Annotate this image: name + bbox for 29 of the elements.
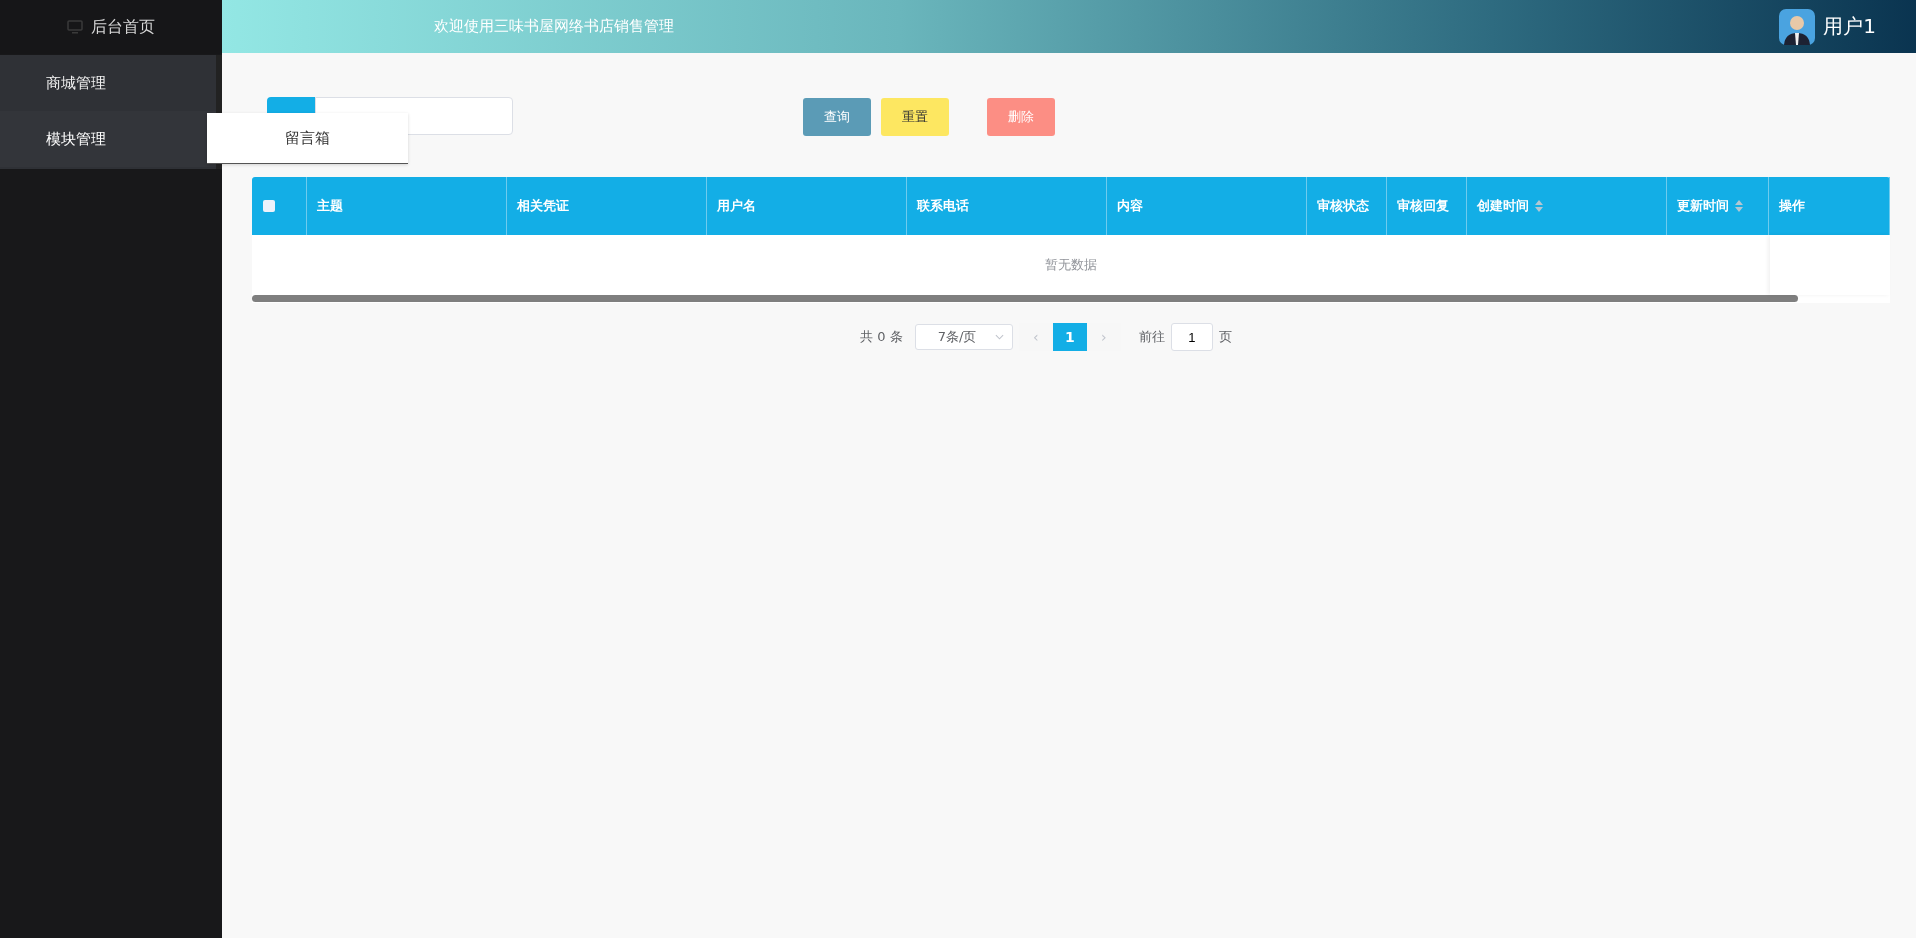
column-header: 相关凭证: [517, 197, 569, 215]
select-all-checkbox[interactable]: [263, 200, 275, 212]
column-header: 操作: [1779, 197, 1805, 215]
scrollbar-thumb[interactable]: [252, 295, 1798, 302]
page-suffix: 页: [1218, 328, 1232, 346]
column-header: 主题: [317, 197, 343, 215]
goto-page-field[interactable]: 1: [1170, 323, 1213, 351]
welcome-title: 欢迎使用三味书屋网络书店销售管理: [434, 17, 674, 36]
user-name[interactable]: 用户1: [1823, 13, 1876, 40]
empty-message: 暂无数据: [1045, 256, 1097, 274]
monitor-icon: [67, 20, 83, 34]
column-header: 更新时间: [1677, 197, 1729, 215]
avatar: [1779, 8, 1816, 45]
menu-item[interactable]: 商城管理: [0, 55, 216, 111]
submenu-item[interactable]: 留言箱: [207, 113, 408, 163]
sort-icon[interactable]: [1735, 200, 1743, 212]
column-header: 审核回复: [1397, 197, 1449, 215]
total-count: 共 0 条: [860, 328, 903, 346]
sort-icon[interactable]: [1535, 200, 1543, 212]
chevron-down-icon: [994, 334, 1004, 340]
toolbar-button[interactable]: 重置: [881, 98, 949, 136]
column-header: 审核状态: [1317, 197, 1369, 215]
column-header: 用户名: [717, 197, 756, 215]
page-size-select[interactable]: 7条/页: [914, 324, 1013, 350]
column-header: 联系电话: [917, 197, 969, 215]
menu-item[interactable]: 模块管理: [0, 111, 216, 167]
column-header: 内容: [1117, 197, 1143, 215]
goto-label: 前往: [1138, 328, 1165, 346]
column-header: 创建时间: [1477, 197, 1529, 215]
